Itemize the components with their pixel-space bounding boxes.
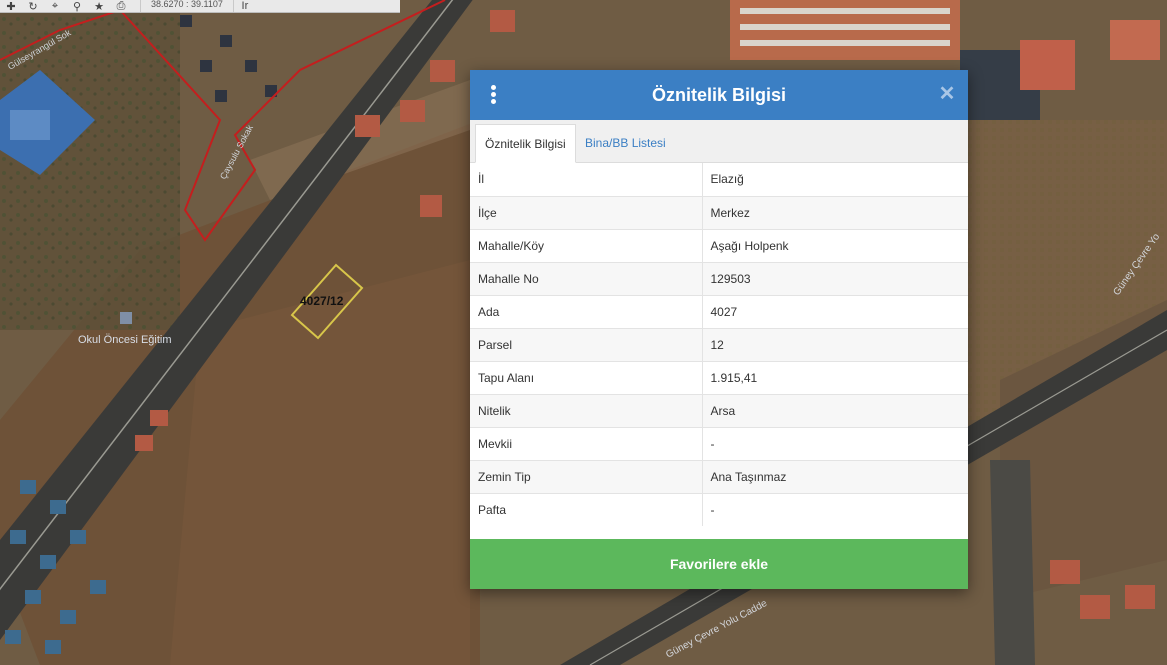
table-row: Ada 4027 [470, 294, 968, 328]
more-options-icon[interactable] [486, 85, 500, 105]
attribute-value: - [702, 426, 968, 460]
attribute-key: Parsel [470, 327, 703, 361]
attribute-key: Tapu Alanı [470, 360, 703, 394]
attribute-value: 12 [702, 327, 968, 361]
add-favorite-button[interactable]: Favorilere ekle [470, 539, 968, 589]
coordinate-readout: 38.6270 : 39.1107 [140, 0, 234, 12]
table-row: İlçe Merkez [470, 195, 968, 229]
table-row: Zemin Tip Ana Taşınmaz [470, 459, 968, 493]
dialog-title: Öznitelik Bilgisi [651, 84, 787, 105]
refresh-icon[interactable]: ↻ [22, 0, 44, 13]
attribute-key: Ada [470, 294, 703, 328]
poi-label: Okul Öncesi Eğitim [78, 334, 172, 346]
table-row: Pafta - [470, 492, 968, 526]
attribute-value: Merkez [702, 195, 968, 229]
print-icon[interactable]: ⎙ [110, 0, 132, 12]
tab-attribute-info[interactable]: Öznitelik Bilgisi [475, 124, 576, 163]
tab-building-list[interactable]: Bina/BB Listesi [585, 124, 666, 162]
dialog-header: Öznitelik Bilgisi ✕ [470, 70, 968, 120]
attribute-key: Mevkii [470, 426, 703, 460]
attribute-table: İl Elazığ İlçe Merkez Mahalle/Köy Aşağı Holpe… [470, 163, 968, 526]
attribute-key: Mahalle No [470, 261, 703, 295]
table-row: İl Elazığ [470, 163, 968, 196]
attribute-dialog: Öznitelik Bilgisi ✕ Öznitelik Bilgisi Bi… [470, 70, 968, 589]
close-icon[interactable]: ✕ [938, 84, 956, 104]
attribute-value: 129503 [702, 261, 968, 295]
pin-icon[interactable]: ⚲ [66, 0, 88, 13]
attribute-value: 4027 [702, 294, 968, 328]
attribute-value: Arsa [702, 393, 968, 427]
locate-icon[interactable]: ⌖ [44, 0, 66, 12]
attribute-key: Pafta [470, 492, 703, 526]
table-row: Parsel 12 [470, 327, 968, 361]
attribute-key: İlçe [470, 195, 703, 229]
attribute-value: Elazığ [702, 163, 968, 196]
table-row: Nitelik Arsa [470, 393, 968, 427]
table-row: Mahalle/Köy Aşağı Holpenk [470, 228, 968, 262]
attribute-key: Zemin Tip [470, 459, 703, 493]
dialog-tabs: Öznitelik Bilgisi Bina/BB Listesi [470, 120, 968, 163]
attribute-key: İl [470, 163, 703, 196]
table-row: Mevkii - [470, 426, 968, 460]
attribute-key: Nitelik [470, 393, 703, 427]
school-icon [120, 312, 132, 324]
star-icon[interactable]: ★ [88, 0, 110, 13]
attribute-value: - [702, 492, 968, 526]
attribute-value: 1.915,41 [702, 360, 968, 394]
table-row: Tapu Alanı 1.915,41 [470, 360, 968, 394]
plus-icon[interactable]: ✚ [0, 0, 22, 13]
table-row: Mahalle No 129503 [470, 261, 968, 295]
attribute-value: Ana Taşınmaz [702, 459, 968, 493]
attribute-key: Mahalle/Köy [470, 228, 703, 262]
parcel-label: 4027/12 [300, 294, 344, 308]
map-toolbar: ✚ ↻ ⌖ ⚲ ★ ⎙ 38.6270 : 39.1107 Ir [0, 0, 400, 13]
toolbar-extra[interactable]: Ir [234, 0, 256, 12]
attribute-value: Aşağı Holpenk [702, 228, 968, 262]
